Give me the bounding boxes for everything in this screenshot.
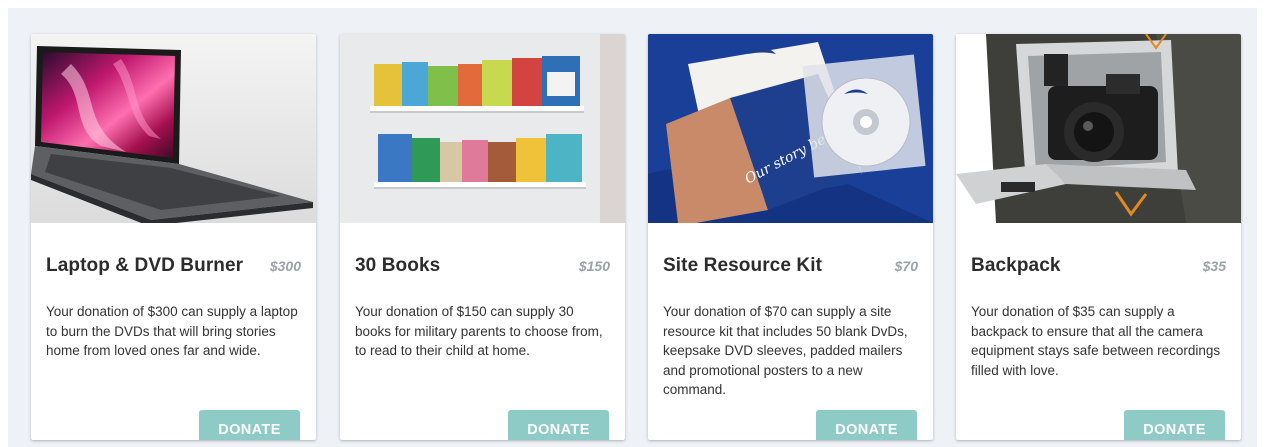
- card-description: Your donation of $35 can supply a backpa…: [971, 304, 1221, 378]
- card-price: $35: [1202, 258, 1226, 274]
- books-image: [340, 34, 625, 223]
- card-title: 30 Books: [355, 255, 441, 276]
- card-price: $70: [894, 258, 918, 274]
- backpack-image: [956, 34, 1241, 223]
- card-price: $150: [578, 258, 610, 274]
- card-description: Your donation of $300 can supply a lapto…: [46, 304, 298, 359]
- donate-button-laptop[interactable]: DONATE: [199, 410, 300, 440]
- card-title: Site Resource Kit: [663, 255, 823, 276]
- donate-button-books[interactable]: DONATE: [508, 410, 609, 440]
- donate-button-backpack[interactable]: DONATE: [1124, 410, 1225, 440]
- card-description: Your donation of $70 can supply a site r…: [663, 304, 908, 398]
- card-title: Laptop & DVD Burner: [46, 255, 244, 276]
- donation-card-books: 30 Books $150 Your donation of $150 can …: [340, 34, 625, 440]
- card-title: Backpack: [971, 255, 1061, 276]
- resource-kit-image: Our story begins...: [648, 34, 933, 223]
- donation-card-backpack: Backpack $35 Your donation of $35 can su…: [956, 34, 1241, 440]
- card-description: Your donation of $150 can supply 30 book…: [355, 304, 603, 359]
- laptop-image: [31, 34, 316, 223]
- donation-card-resource-kit: Our story begins... Site Resource Kit $7…: [648, 34, 933, 440]
- donate-button-resource-kit[interactable]: DONATE: [816, 410, 917, 440]
- card-price: $300: [269, 258, 301, 274]
- donation-options-panel: Laptop & DVD Burner $300 Your donation o…: [8, 8, 1257, 447]
- donation-card-laptop: Laptop & DVD Burner $300 Your donation o…: [31, 34, 316, 440]
